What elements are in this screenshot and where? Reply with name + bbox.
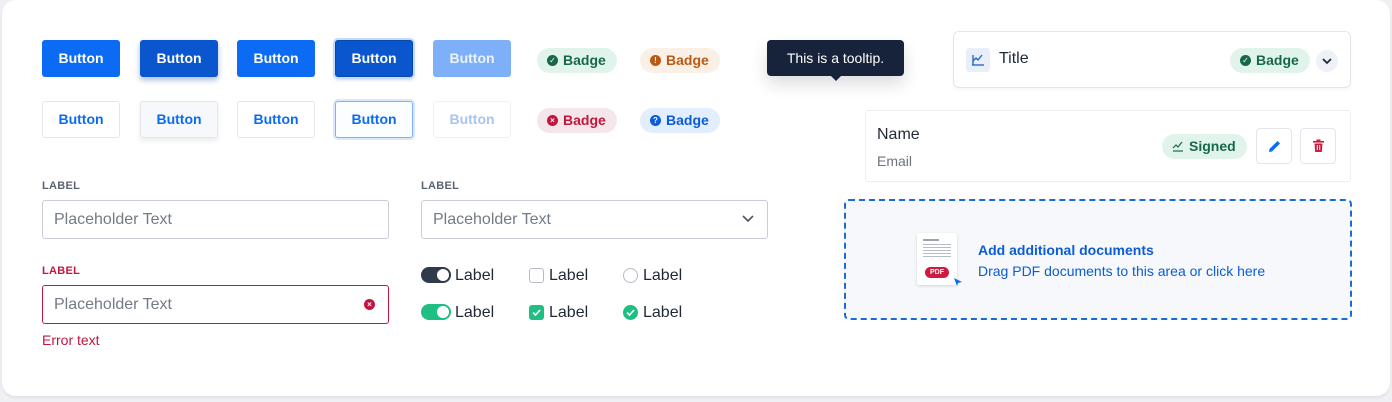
check-icon: [532, 309, 541, 316]
signature-icon: [1172, 141, 1183, 152]
primary-button-hover[interactable]: Button: [140, 40, 218, 77]
select-field-label: LABEL: [421, 180, 460, 192]
check-circle-icon: ✓: [547, 55, 558, 66]
checkbox-checked[interactable]: [529, 305, 544, 320]
primary-button-default[interactable]: Button: [42, 40, 120, 77]
success-badge: ✓ Badge: [537, 48, 617, 73]
secondary-button-default[interactable]: Button: [42, 101, 120, 138]
pdf-tag: PDF: [925, 267, 949, 278]
badge-label: Signed: [1189, 138, 1236, 154]
toggle-knob: [437, 306, 449, 318]
chevron-down-icon: [1322, 58, 1332, 65]
accordion-badge: ✓ Badge: [1230, 48, 1310, 73]
document-dropzone[interactable]: PDF Add additional documents Drag PDF do…: [844, 199, 1352, 320]
cursor-arrow-icon: [954, 278, 962, 286]
primary-button-disabled[interactable]: Button: [433, 40, 511, 77]
accordion-header[interactable]: Title ✓ Badge: [953, 31, 1351, 88]
badge-label: Badge: [1256, 52, 1299, 68]
secondary-button-disabled[interactable]: Button: [433, 101, 511, 138]
tooltip: This is a tooltip.: [767, 40, 904, 81]
select-placeholder: Placeholder Text: [433, 211, 551, 228]
check-icon: [626, 309, 635, 316]
signer-row: Name Email Signed: [865, 110, 1351, 182]
error-input[interactable]: Placeholder Text ×: [42, 285, 389, 324]
error-input-placeholder: Placeholder Text: [54, 296, 172, 313]
error-icon: ×: [364, 299, 375, 310]
badge-label: Badge: [666, 52, 709, 68]
text-input[interactable]: Placeholder Text: [42, 200, 389, 239]
error-text: Error text: [42, 332, 100, 348]
text-field-label: LABEL: [42, 180, 81, 192]
toggle-off[interactable]: [421, 267, 451, 283]
radio-unselected-label: Label: [643, 267, 683, 284]
dropzone-title: Add additional documents: [978, 242, 1154, 258]
check-circle-icon: ✓: [1240, 55, 1251, 66]
primary-button-focus[interactable]: Button: [335, 40, 413, 77]
checkbox-unchecked[interactable]: [529, 268, 544, 283]
badge-label: Badge: [563, 52, 606, 68]
toggle-on[interactable]: [421, 304, 451, 320]
error-field-label: LABEL: [42, 265, 81, 277]
radio-selected-label: Label: [643, 304, 683, 321]
chevron-down-icon: [742, 215, 754, 223]
expand-button[interactable]: [1316, 50, 1338, 72]
x-circle-icon: ×: [547, 115, 558, 126]
checkbox-unchecked-label: Label: [549, 267, 589, 284]
edit-button[interactable]: [1256, 128, 1292, 164]
info-badge: ? Badge: [640, 108, 720, 133]
primary-button-active[interactable]: Button: [237, 40, 315, 77]
danger-badge: × Badge: [537, 108, 617, 133]
secondary-button-active[interactable]: Button: [237, 101, 315, 138]
toggle-off-label: Label: [455, 267, 495, 284]
secondary-button-focus[interactable]: Button: [335, 101, 413, 138]
radio-selected[interactable]: [623, 305, 638, 320]
select-dropdown[interactable]: Placeholder Text: [421, 200, 768, 239]
text-input-placeholder: Placeholder Text: [54, 211, 172, 228]
question-circle-icon: ?: [650, 115, 661, 126]
pencil-icon: [1268, 140, 1280, 152]
toggle-on-label: Label: [455, 304, 495, 321]
exclamation-circle-icon: !: [650, 55, 661, 66]
signer-email: Email: [877, 153, 913, 169]
signature-doc-icon: [966, 48, 990, 72]
signer-name: Name: [877, 126, 920, 143]
pdf-file-icon: PDF: [917, 233, 962, 286]
badge-label: Badge: [563, 112, 606, 128]
delete-button[interactable]: [1300, 128, 1336, 164]
toggle-knob: [437, 269, 449, 281]
secondary-button-hover[interactable]: Button: [140, 101, 218, 138]
radio-unselected[interactable]: [623, 268, 638, 283]
badge-label: Badge: [666, 112, 709, 128]
warning-badge: ! Badge: [640, 48, 720, 73]
signed-badge: Signed: [1162, 134, 1247, 159]
checkbox-checked-label: Label: [549, 304, 589, 321]
trash-icon: [1312, 139, 1324, 152]
dropzone-subtitle: Drag PDF documents to this area or click…: [978, 263, 1266, 279]
accordion-title: Title: [999, 50, 1029, 67]
